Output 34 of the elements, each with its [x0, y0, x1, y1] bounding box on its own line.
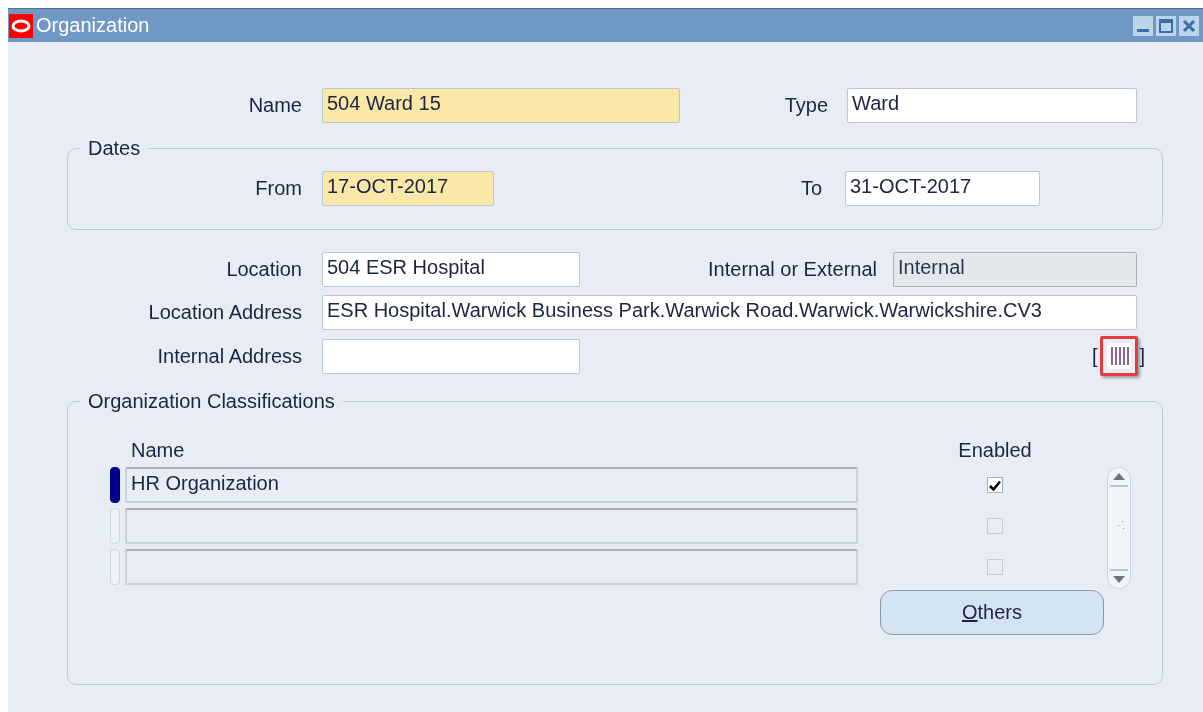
table-cell-field[interactable] — [125, 549, 858, 585]
table-cell-field[interactable] — [125, 508, 858, 544]
text-field[interactable] — [322, 338, 580, 374]
text-field[interactable]: 504 Ward 15 — [322, 88, 680, 123]
checkbox[interactable] — [987, 518, 1003, 534]
table-cell-field[interactable]: HR Organization — [125, 467, 858, 503]
row-selector[interactable] — [110, 467, 120, 503]
text-field[interactable]: 17-OCT-2017 — [322, 171, 494, 206]
column-header: Name — [130, 438, 186, 462]
column-header: Enabled — [957, 438, 1033, 462]
field-label: Internal Address — [156, 344, 303, 368]
window-title: Organization — [36, 14, 150, 37]
field-label: Location — [225, 258, 303, 281]
bracket: ] — [1139, 344, 1146, 368]
field-label: Location Address — [147, 301, 303, 324]
scrollbar[interactable] — [1107, 467, 1131, 589]
checkbox[interactable] — [987, 477, 1003, 493]
text-field[interactable]: 31-OCT-2017 — [845, 171, 1040, 206]
text-field[interactable]: 504 ESR Hospital — [322, 252, 580, 287]
close-icon[interactable] — [1179, 15, 1199, 36]
app-logo-icon — [9, 13, 33, 38]
field-label: Type — [783, 94, 829, 117]
field-label: To — [799, 177, 823, 200]
text-field[interactable]: Ward — [847, 88, 1137, 123]
field-label: Internal or External — [707, 258, 878, 281]
minimize-icon[interactable] — [1133, 15, 1153, 36]
field-label: Name — [247, 94, 303, 117]
flexfield-button[interactable] — [1099, 336, 1138, 376]
bracket: [ — [1092, 344, 1098, 368]
text-field[interactable]: ESR Hospital.Warwick Business Park.Warwick Road.Warwick.Warwickshire.CV3 — [322, 295, 1137, 330]
field-label: From — [254, 177, 303, 200]
checkbox[interactable] — [987, 559, 1003, 575]
others-button[interactable]: Others — [880, 590, 1104, 635]
maximize-icon[interactable] — [1156, 15, 1176, 36]
